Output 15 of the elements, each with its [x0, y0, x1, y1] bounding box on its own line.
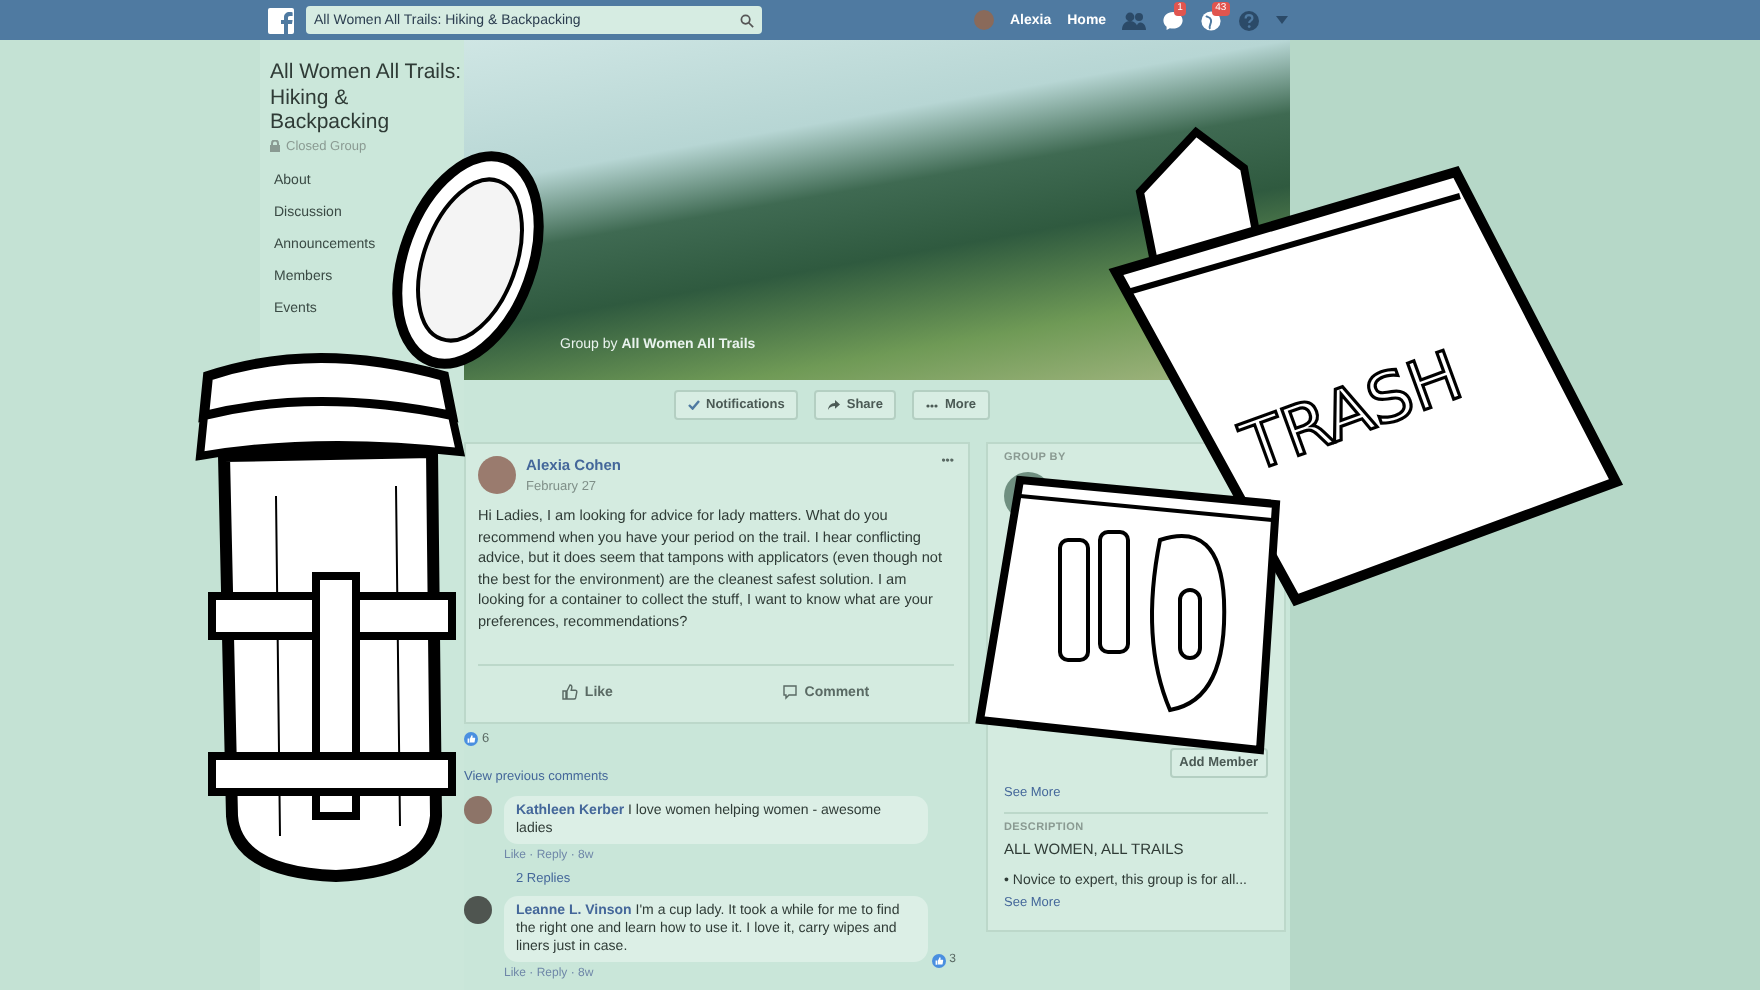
like-reaction-icon: [931, 954, 946, 968]
avatar-icon: [974, 10, 994, 30]
lock-icon: [270, 140, 280, 152]
share-arrow-icon: [828, 400, 841, 410]
avatar-icon: [478, 456, 516, 494]
facebook-logo-icon[interactable]: [268, 7, 294, 33]
search-icon[interactable]: [740, 13, 754, 27]
like-reaction-icon: [464, 732, 478, 746]
check-icon: [688, 400, 700, 410]
chat-bubble-icon[interactable]: [1162, 9, 1185, 31]
group-title: All Women All Trails: Hiking & Backpacking: [270, 60, 463, 135]
speech-bubble-icon: [782, 684, 799, 700]
avatar-icon: [464, 896, 492, 924]
avatar-icon: [464, 796, 492, 824]
thumbs-up-icon: [562, 684, 579, 700]
